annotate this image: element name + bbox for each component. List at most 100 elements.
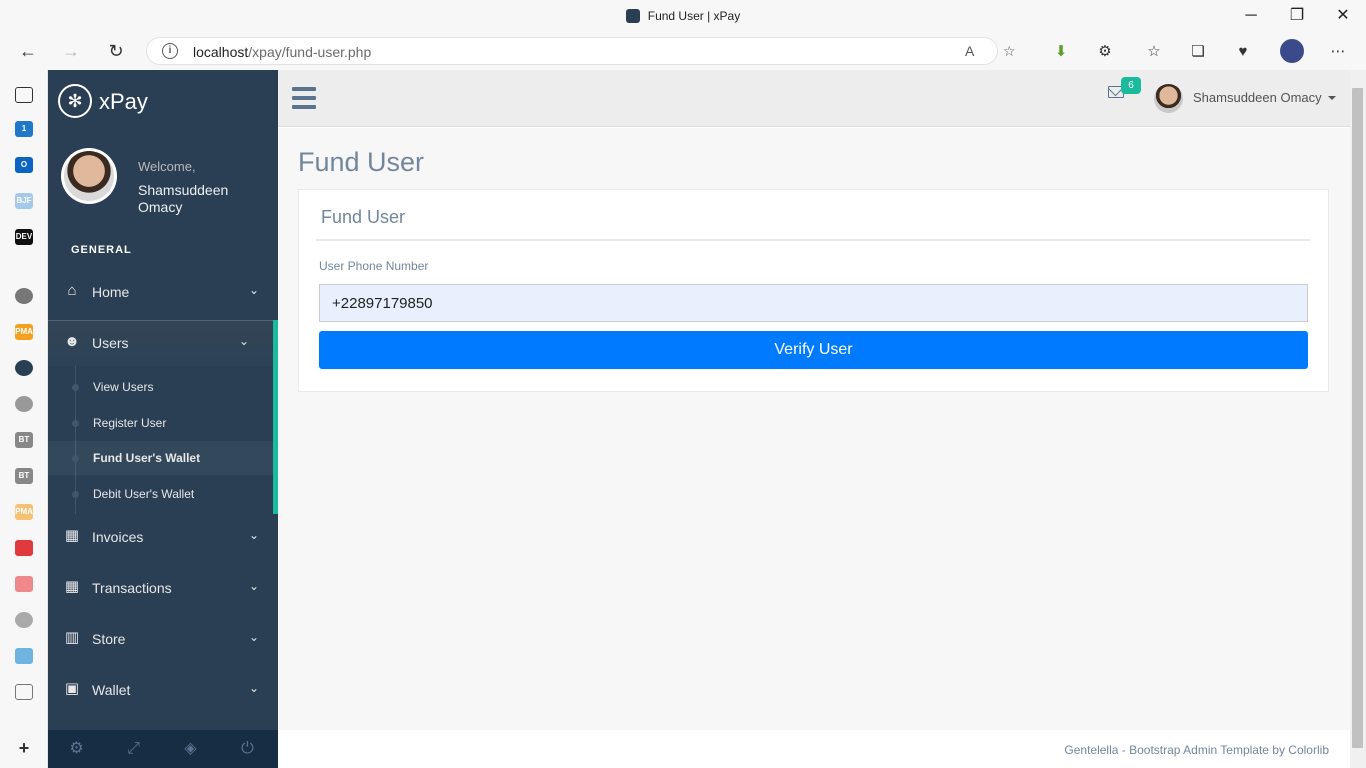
chevron-down-icon: ⌄ [238,334,249,348]
profile-avatar-icon[interactable] [1280,39,1304,63]
app-anchor-icon[interactable] [15,396,33,412]
read-aloud-icon[interactable]: A [965,43,974,59]
page-scrollbar[interactable] [1350,70,1366,768]
table-icon: ▦ [64,527,80,544]
download-extension-icon[interactable]: ⬇ [1051,42,1071,62]
mail-count-badge: 6 [1121,77,1141,94]
app-red-icon[interactable] [15,540,33,556]
page-footer: Gentelella - Bootstrap Admin Template by… [278,730,1350,768]
app-search-icon[interactable] [15,612,33,628]
url-text[interactable]: localhost/xpay/fund-user.php [193,44,371,60]
xpay-app-icon[interactable] [15,360,33,376]
users-icon: ☻ [64,333,80,350]
url-path: /xpay/fund-user.php [248,44,372,60]
browser-titlebar: Fund User | xPay ─ ❐ ✕ [0,0,1366,32]
file-icon[interactable] [15,684,33,700]
menu-item-label: Home [92,284,130,300]
outlook-icon[interactable]: O [15,157,33,173]
profile-avatar [61,148,117,204]
menu-item-users[interactable]: ☻ Users ⌄ [48,320,278,366]
home-icon: ⌂ [67,282,77,299]
dev-icon[interactable]: DEV [15,229,33,245]
submenu-item-fund-wallet[interactable]: Fund User's Wallet [48,441,273,475]
tab-actions-icon[interactable] [15,87,33,103]
minimize-icon[interactable]: ─ [1228,6,1274,28]
extensions-icon[interactable]: ⚙ [1095,42,1115,62]
refresh-icon[interactable]: ↻ [103,40,129,62]
chevron-down-icon: ⌄ [248,579,259,593]
paw-favicon-icon [625,9,640,23]
submenu-item-label: Fund User's Wallet [93,451,201,465]
submenu-item-view-users[interactable]: View Users [48,370,273,404]
app-bt-2-icon[interactable]: BT [15,468,33,484]
browser-essentials-icon[interactable]: ♥ [1233,42,1253,62]
panel-title: Fund User [321,207,406,227]
menu-item-wallet[interactable]: ▣ Wallet ⌄ [48,667,278,713]
restore-icon[interactable]: ❐ [1274,6,1320,28]
add-app-icon[interactable]: + [15,739,33,757]
menu-item-home[interactable]: ⌂ Home ⌄ [48,269,278,315]
profile-name: Shamsuddeen Omacy [138,182,229,215]
verify-user-button[interactable]: Verify User [319,331,1308,369]
app-1-icon[interactable]: 1 [15,121,33,137]
user-avatar[interactable] [1154,84,1183,113]
fullscreen-icon[interactable]: ⤢ [105,730,162,768]
chevron-down-icon: ⌄ [248,681,259,695]
app-red-2-icon[interactable] [15,576,33,592]
fund-user-panel: Fund User User Phone Number Verify User [298,189,1329,392]
github-icon[interactable] [15,288,33,304]
pma-2-icon[interactable]: PMA [15,504,33,520]
forward-icon[interactable]: → [58,40,84,62]
chevron-down-icon: ⌄ [248,630,259,644]
add-favorite-icon[interactable]: ☆ [1003,43,1016,60]
site-info-icon[interactable]: i [162,43,178,59]
building-icon: ▥ [64,629,80,646]
user-menu[interactable]: Shamsuddeen Omacy [1193,90,1322,105]
back-icon[interactable]: ← [15,40,41,62]
close-window-icon[interactable]: ✕ [1320,6,1366,28]
scrollbar-thumb[interactable] [1352,88,1363,748]
main-content: Fund User Fund User User Phone Number Ve… [278,128,1350,730]
paw-logo-icon: ✻ [58,84,92,118]
address-bar[interactable]: i localhost/xpay/fund-user.php A ☆ [146,37,1016,65]
menu-toggle-icon[interactable] [292,87,316,109]
app-bt-icon[interactable]: BT [15,432,33,448]
power-icon[interactable]: ⏻ [219,730,276,768]
url-host: localhost [193,44,249,60]
submenu-item-label: View Users [93,380,154,394]
welcome-text: Welcome, [138,159,196,174]
submenu-item-label: Register User [93,416,167,430]
more-menu-icon[interactable]: ⋯ [1328,42,1348,62]
browser-sidebar: 1 O BJF DEV PMA BT BT PMA + [0,70,48,768]
menu-item-label: Invoices [92,529,144,545]
phone-field-label: User Phone Number [319,259,429,273]
app-sidebar: ✻ xPay Welcome, Shamsuddeen Omacy GENERA… [48,70,278,768]
brand-name: xPay [99,89,148,114]
menu-item-label: Wallet [92,682,131,698]
phone-number-input[interactable] [319,284,1308,322]
settings-icon[interactable]: ⚙ [48,730,105,768]
browser-toolbar: ← → ↻ i localhost/xpay/fund-user.php A ☆… [0,32,1366,70]
menu-section-title: GENERAL [71,244,132,256]
money-icon: ▣ [64,680,80,697]
menu-item-label: Users [92,335,129,351]
submenu-item-register-user[interactable]: Register User [48,406,273,440]
panel-divider [316,239,1310,241]
caret-down-icon[interactable] [1328,96,1336,100]
collections-icon[interactable]: ❏ [1188,42,1208,62]
menu-item-store[interactable]: ▥ Store ⌄ [48,616,278,662]
lock-eye-icon[interactable]: ◈ [162,730,219,768]
sidebar-footer: ⚙ ⤢ ◈ ⏻ [48,730,278,768]
menu-item-invoices[interactable]: ▦ Invoices ⌄ [48,514,278,560]
table-icon: ▦ [64,578,80,595]
menu-item-transactions[interactable]: ▦ Transactions ⌄ [48,565,278,611]
users-submenu: View Users Register User Fund User's Wal… [48,366,278,514]
favorites-icon[interactable]: ☆ [1144,42,1164,62]
app-blue-icon[interactable] [15,648,33,664]
submenu-item-debit-wallet[interactable]: Debit User's Wallet [48,477,273,511]
app-bjf-icon[interactable]: BJF [15,193,33,209]
tab-title: Fund User | xPay [647,9,741,23]
pma-icon[interactable]: PMA [15,324,33,340]
footer-credit: Gentelella - Bootstrap Admin Template by… [1064,743,1329,757]
page-title: Fund User [298,147,425,177]
